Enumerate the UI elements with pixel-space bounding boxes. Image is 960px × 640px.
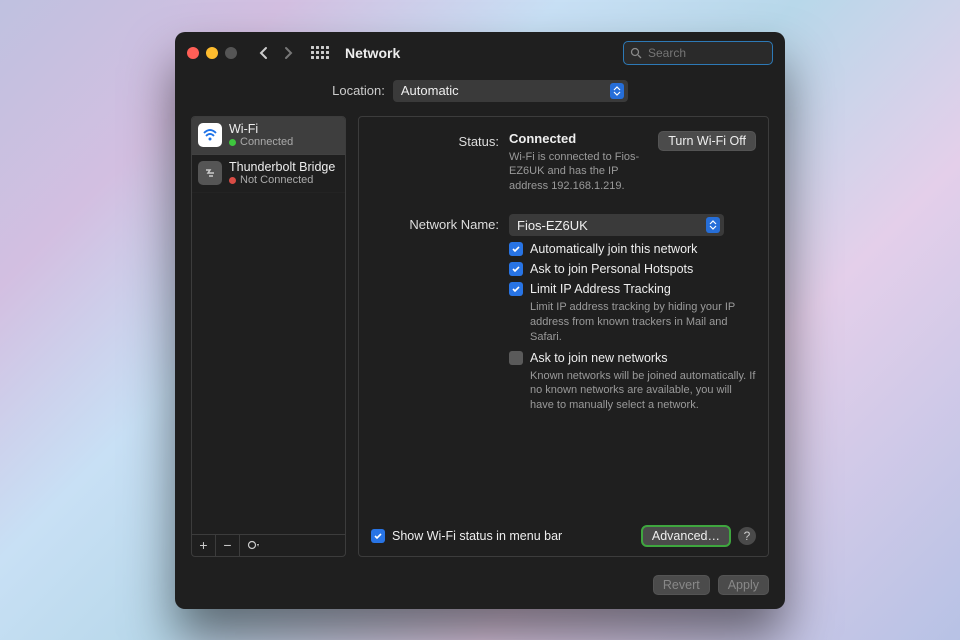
status-value: Connected (509, 131, 648, 146)
apply-button[interactable]: Apply (718, 575, 769, 595)
close-icon[interactable] (187, 47, 199, 59)
location-value: Automatic (401, 83, 459, 98)
traffic-lights (187, 47, 237, 59)
chevron-updown-icon (706, 217, 720, 233)
sidebar-item-wifi[interactable]: Wi-Fi Connected (192, 117, 345, 155)
sidebar-item-thunderbolt-bridge[interactable]: Thunderbolt Bridge Not Connected (192, 155, 345, 193)
titlebar: Network (175, 32, 785, 74)
interfaces-sidebar: Wi-Fi Connected Thunderbolt Bridge Not C… (191, 116, 346, 557)
status-label: Status: (371, 131, 499, 149)
checkbox-icon (509, 351, 523, 365)
checkbox-icon (371, 529, 385, 543)
checkbox-icon (509, 262, 523, 276)
network-name-label: Network Name: (371, 214, 499, 232)
body: Wi-Fi Connected Thunderbolt Bridge Not C… (175, 116, 785, 567)
search-icon (630, 47, 642, 59)
checkbox-limit-tracking[interactable]: Limit IP Address Tracking (509, 282, 756, 296)
help-button[interactable]: ? (738, 527, 756, 545)
advanced-button[interactable]: Advanced… (642, 526, 730, 546)
detail-panel: Status: Connected Wi-Fi is connected to … (358, 116, 769, 557)
sidebar-item-status: Not Connected (240, 174, 313, 187)
revert-button[interactable]: Revert (653, 575, 710, 595)
status-dot-icon (229, 139, 236, 146)
wifi-toggle-button[interactable]: Turn Wi-Fi Off (658, 131, 756, 151)
fullscreen-icon (225, 47, 237, 59)
checkbox-auto-join[interactable]: Automatically join this network (509, 242, 756, 256)
add-interface-button[interactable]: + (192, 535, 216, 556)
limit-tracking-description: Limit IP address tracking by hiding your… (530, 300, 756, 345)
back-button[interactable] (255, 44, 273, 62)
forward-button[interactable] (279, 44, 297, 62)
window-title: Network (345, 45, 400, 61)
wifi-icon (198, 123, 222, 147)
location-label: Location: (332, 83, 385, 98)
sidebar-item-label: Wi-Fi (229, 122, 293, 136)
nav-arrows (255, 44, 297, 62)
location-select[interactable]: Automatic (393, 80, 628, 102)
show-all-icon[interactable] (309, 42, 331, 64)
chevron-updown-icon (610, 83, 624, 99)
checkbox-ask-hotspots[interactable]: Ask to join Personal Hotspots (509, 262, 756, 276)
search-field[interactable] (623, 41, 773, 65)
checkbox-ask-new-networks[interactable]: Ask to join new networks (509, 351, 756, 365)
sidebar-item-label: Thunderbolt Bridge (229, 160, 335, 174)
checkbox-menu-bar[interactable]: Show Wi-Fi status in menu bar (371, 529, 562, 543)
checkbox-icon (509, 282, 523, 296)
minimize-icon[interactable] (206, 47, 218, 59)
network-name-select[interactable]: Fios-EZ6UK (509, 214, 724, 236)
status-description: Wi-Fi is connected to Fios-EZ6UK and has… (509, 150, 648, 195)
sidebar-item-status: Connected (240, 136, 293, 149)
checkbox-icon (509, 242, 523, 256)
network-preferences-window: Network Location: Automatic Wi- (175, 32, 785, 609)
footer: Revert Apply (175, 567, 785, 609)
ask-new-networks-description: Known networks will be joined automatica… (530, 369, 756, 414)
remove-interface-button[interactable]: − (216, 535, 240, 556)
network-name-value: Fios-EZ6UK (517, 218, 588, 233)
location-row: Location: Automatic (175, 74, 785, 116)
search-input[interactable] (648, 46, 766, 60)
interface-options-button[interactable] (240, 535, 268, 556)
thunderbolt-icon (198, 161, 222, 185)
status-dot-icon (229, 177, 236, 184)
sidebar-actions: + − (192, 534, 345, 556)
